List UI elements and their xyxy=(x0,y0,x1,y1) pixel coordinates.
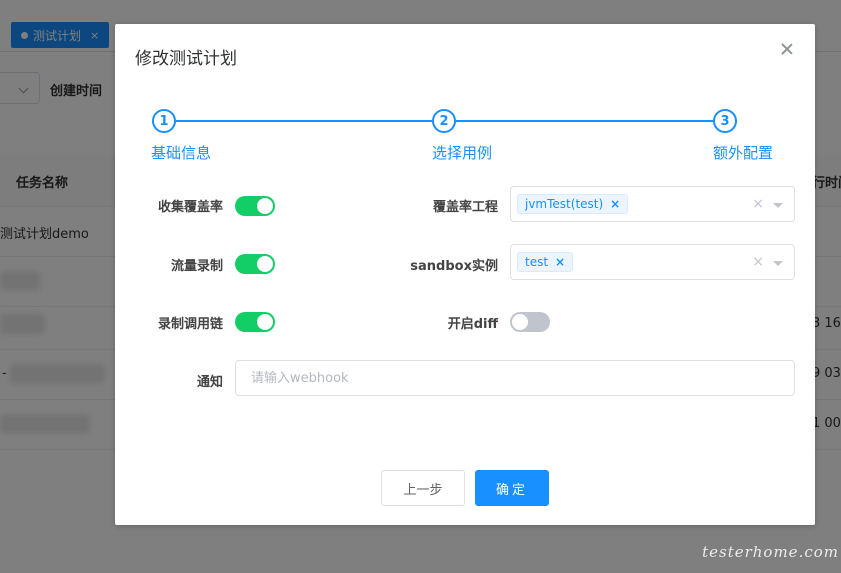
step-2-circle: 2 xyxy=(432,109,456,133)
step-2-label: 选择用例 xyxy=(432,144,493,162)
tag-label: jvmTest(test) xyxy=(525,197,604,211)
sandbox-select[interactable]: test × × xyxy=(510,244,795,280)
notify-label: 通知 xyxy=(196,375,223,390)
caret-down-icon xyxy=(773,203,783,208)
coverage-switch[interactable] xyxy=(235,196,275,216)
confirm-button[interactable]: 确定 xyxy=(475,470,549,506)
switch-knob xyxy=(257,256,273,272)
step-3-circle: 3 xyxy=(713,109,737,133)
switch-knob xyxy=(257,198,273,214)
close-icon[interactable] xyxy=(779,41,795,57)
traffic-record-switch[interactable] xyxy=(235,254,275,274)
sandbox-label: sandbox实例 xyxy=(410,259,498,274)
tag-close-icon[interactable]: × xyxy=(555,255,565,269)
traffic-record-label: 流量录制 xyxy=(170,259,223,274)
step-1-label: 基础信息 xyxy=(151,144,212,162)
watermark: testerhome.com xyxy=(702,543,839,561)
selected-tag: jvmTest(test) × xyxy=(517,194,629,214)
coverage-label: 收集覆盖率 xyxy=(157,200,223,215)
switch-knob xyxy=(512,314,528,330)
step-connector xyxy=(456,120,713,122)
step-connector xyxy=(176,120,432,122)
tag-close-icon[interactable]: × xyxy=(610,197,620,211)
diff-switch[interactable] xyxy=(510,312,550,332)
step-1-circle: 1 xyxy=(152,109,176,133)
dialog-title: 修改测试计划 xyxy=(135,49,237,69)
switch-knob xyxy=(257,314,273,330)
step-3-label: 额外配置 xyxy=(713,144,774,162)
prev-step-button[interactable]: 上一步 xyxy=(381,470,465,506)
selected-tag: test × xyxy=(517,252,574,272)
clear-icon[interactable]: × xyxy=(752,196,764,212)
edit-test-plan-dialog: 修改测试计划 1 2 3 基础信息 选择用例 额外配置 收集覆盖率 流量录制 录… xyxy=(115,24,815,525)
webhook-input[interactable] xyxy=(235,360,795,396)
coverage-project-label: 覆盖率工程 xyxy=(432,200,498,215)
clear-icon[interactable]: × xyxy=(752,254,764,270)
diff-label: 开启diff xyxy=(447,317,498,332)
call-chain-switch[interactable] xyxy=(235,312,275,332)
coverage-project-select[interactable]: jvmTest(test) × × xyxy=(510,186,795,222)
caret-down-icon xyxy=(773,261,783,266)
call-chain-label: 录制调用链 xyxy=(157,317,223,332)
tag-label: test xyxy=(525,255,549,269)
